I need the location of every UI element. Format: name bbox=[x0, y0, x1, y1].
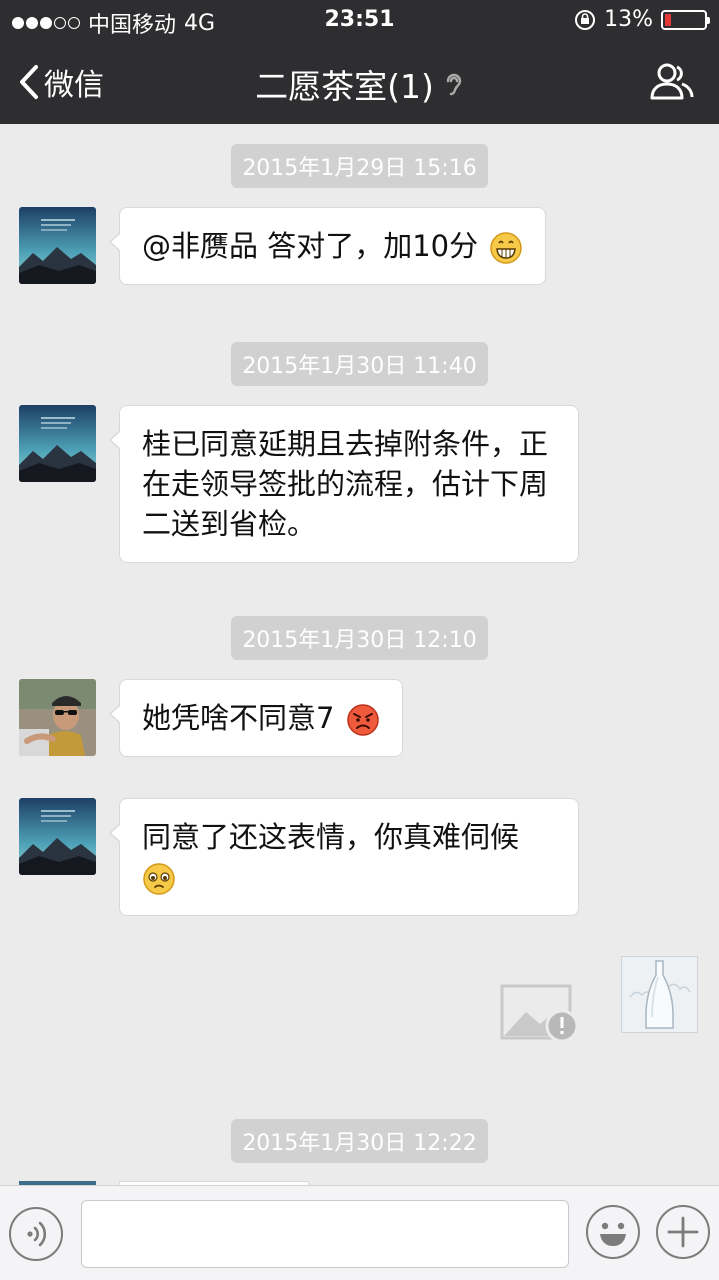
rotation-lock-icon bbox=[575, 9, 596, 30]
timestamp-label: 2015年1月29日 15:16 bbox=[231, 144, 488, 188]
pleading-face-icon bbox=[143, 863, 175, 895]
battery-percent: 13% bbox=[604, 7, 653, 32]
status-right: 13% bbox=[574, 7, 710, 32]
message-input[interactable] bbox=[81, 1200, 569, 1268]
earpiece-mode-icon bbox=[446, 73, 462, 96]
chat-title: 二愿茶室(1) bbox=[0, 60, 719, 108]
input-bar bbox=[0, 1185, 719, 1280]
message-text: 桂已同意延期且去掉附条件，正在走领导签批的流程，估计下周二送到省检。 bbox=[142, 427, 549, 541]
grin-face-icon bbox=[490, 232, 523, 264]
plus-icon bbox=[667, 1216, 699, 1248]
avatar[interactable] bbox=[19, 207, 96, 284]
timestamp-label: 2015年1月30日 12:22 bbox=[231, 1119, 488, 1163]
battery-icon bbox=[661, 9, 710, 30]
self-avatar[interactable] bbox=[621, 956, 698, 1033]
timestamp-label: 2015年1月30日 12:10 bbox=[231, 616, 488, 660]
timestamp: 2015年1月29日 15:16 bbox=[0, 144, 719, 188]
voice-wave-icon bbox=[27, 1221, 47, 1247]
glass-bottle-avatar-icon bbox=[622, 957, 697, 1032]
avatar[interactable] bbox=[19, 405, 96, 482]
mountain-landscape-avatar-icon bbox=[19, 798, 96, 875]
voice-input-button[interactable] bbox=[9, 1207, 63, 1261]
mountain-landscape-avatar-icon bbox=[19, 405, 96, 482]
more-button[interactable] bbox=[656, 1205, 710, 1259]
timestamp-label: 2015年1月30日 11:40 bbox=[231, 342, 488, 386]
people-icon bbox=[650, 63, 694, 100]
smiley-icon bbox=[600, 1222, 626, 1246]
message-bubble[interactable]: @非赝品 答对了，加10分 bbox=[108, 207, 547, 285]
angry-face-icon bbox=[346, 704, 379, 736]
message-bubble[interactable]: 同意了还这表情，你真难伺候 bbox=[109, 798, 579, 916]
status-bar: 中国移动 4G 23:51 13% bbox=[0, 0, 719, 40]
nav-bar: 微信 二愿茶室(1) bbox=[0, 40, 719, 124]
message-bubble[interactable]: 桂已同意延期且去掉附条件，正在走领导签批的流程，估计下周二送到省检。 bbox=[109, 405, 579, 563]
emoji-button[interactable] bbox=[586, 1205, 640, 1259]
avatar[interactable] bbox=[19, 798, 96, 875]
message-text: 她凭啥不同意7 bbox=[142, 701, 335, 735]
failed-image-message[interactable] bbox=[500, 982, 580, 1044]
avatar[interactable] bbox=[19, 679, 96, 756]
chat-area[interactable]: 2015年1月29日 15:16 @非赝品 答对了，加10分 2015年1月30… bbox=[0, 124, 719, 1185]
message-text: 同意了还这表情，你真难伺候 bbox=[142, 820, 520, 854]
timestamp: 2015年1月30日 12:10 bbox=[0, 616, 719, 660]
broken-image-icon bbox=[500, 984, 579, 1043]
group-name: 二愿茶室(1) bbox=[255, 67, 434, 106]
man-with-cap-avatar-icon bbox=[19, 679, 96, 756]
message-text: @非赝品 答对了，加10分 bbox=[142, 229, 479, 263]
timestamp: 2015年1月30日 12:22 bbox=[0, 1119, 719, 1163]
timestamp: 2015年1月30日 11:40 bbox=[0, 342, 719, 386]
message-bubble[interactable]: 她凭啥不同意7 bbox=[109, 679, 403, 757]
mountain-landscape-avatar-icon bbox=[19, 207, 96, 284]
group-info-button[interactable] bbox=[649, 62, 695, 106]
